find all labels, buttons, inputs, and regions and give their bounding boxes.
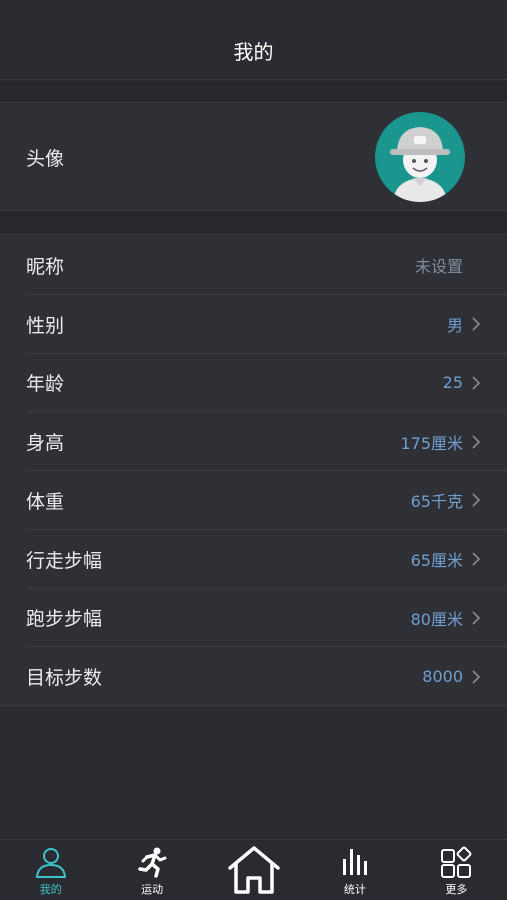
avatar[interactable] <box>375 112 465 202</box>
chevron-right-icon <box>472 435 481 449</box>
row-value: 80厘米 <box>410 609 463 629</box>
row-run-stride[interactable]: 跑步步幅 80厘米 <box>0 588 507 648</box>
page-title: 我的 <box>233 40 274 64</box>
avatar-row[interactable]: 头像 <box>0 104 507 210</box>
tab-stats[interactable]: 统计 <box>304 840 405 900</box>
row-nickname[interactable]: 昵称 未设置 <box>0 236 507 295</box>
tab-sport[interactable]: 运动 <box>101 840 202 900</box>
row-value: 未设置 <box>414 257 463 277</box>
grid-icon <box>441 846 472 878</box>
tab-label: 我的 <box>39 883 62 896</box>
profile-list: 昵称 未设置 性别 男 年龄 25 身高 175厘米 体重 65千克 行走步幅 <box>0 236 507 706</box>
home-icon <box>227 846 280 894</box>
avatar-illustration-icon <box>390 127 450 202</box>
row-label: 目标步数 <box>26 667 103 690</box>
row-label: 昵称 <box>26 255 65 278</box>
chevron-right-icon <box>472 611 481 625</box>
avatar-label: 头像 <box>26 147 65 170</box>
tab-bar: 我的 运动 统计 更多 <box>0 839 507 900</box>
row-label: 年龄 <box>26 373 65 396</box>
row-value: 65千克 <box>410 492 463 512</box>
row-label: 体重 <box>26 490 65 513</box>
chevron-right-icon <box>472 317 481 331</box>
row-label: 身高 <box>26 432 65 455</box>
tab-label: 统计 <box>343 883 366 896</box>
row-label: 性别 <box>26 314 65 337</box>
row-value: 65厘米 <box>410 551 463 571</box>
row-value: 25 <box>442 373 463 393</box>
tab-home[interactable] <box>203 840 304 900</box>
nav-header: 我的 <box>0 0 507 80</box>
row-weight[interactable]: 体重 65千克 <box>0 471 507 530</box>
chevron-right-icon <box>472 493 481 507</box>
chevron-right-icon <box>472 376 481 390</box>
tab-label: 运动 <box>141 883 164 896</box>
row-walk-stride[interactable]: 行走步幅 65厘米 <box>0 529 507 589</box>
row-value: 男 <box>446 316 463 336</box>
row-gender[interactable]: 性别 男 <box>0 294 507 354</box>
row-label: 行走步幅 <box>26 549 103 572</box>
section-divider <box>0 210 507 235</box>
row-value: 8000 <box>422 667 463 687</box>
row-age[interactable]: 年龄 25 <box>0 353 507 413</box>
bar-chart-icon <box>342 849 367 875</box>
tab-more[interactable]: 更多 <box>406 840 507 900</box>
row-height[interactable]: 身高 175厘米 <box>0 412 507 471</box>
chevron-right-icon <box>472 552 481 566</box>
section-divider <box>0 81 507 103</box>
row-value: 175厘米 <box>400 433 463 453</box>
row-label: 跑步步幅 <box>26 608 103 631</box>
row-target-steps[interactable]: 目标步数 8000 <box>0 647 507 706</box>
tab-profile[interactable]: 我的 <box>0 840 101 900</box>
person-icon <box>35 848 66 878</box>
runner-icon <box>138 847 167 878</box>
chevron-right-icon <box>472 670 481 684</box>
tab-label: 更多 <box>445 883 468 896</box>
